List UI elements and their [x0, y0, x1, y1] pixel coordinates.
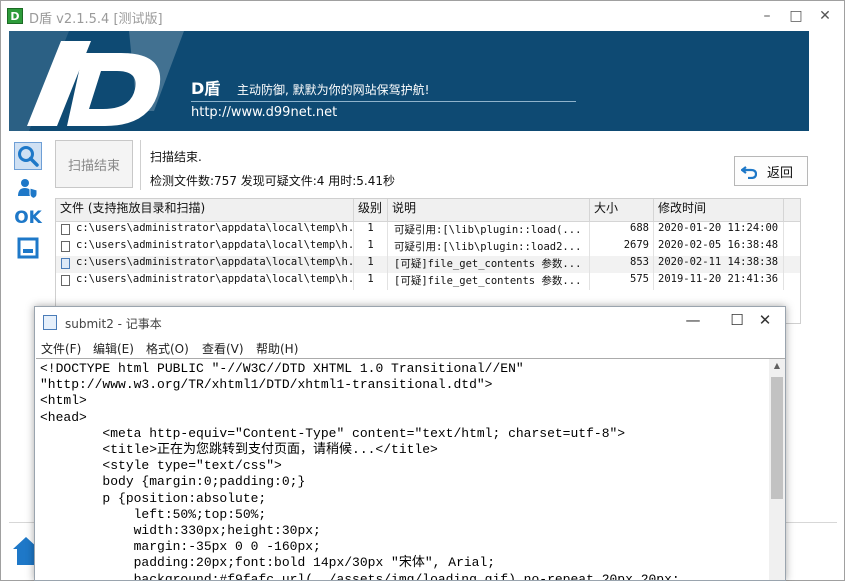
scrollbar-thumb[interactable]: [771, 377, 783, 499]
title-bar[interactable]: D D盾 v2.1.5.4 [测试版] – □ ✕: [1, 1, 844, 31]
window-icon: [17, 237, 39, 259]
scan-status: 扫描结束.: [150, 150, 202, 164]
search-icon: [18, 146, 39, 167]
notepad-title: submit2 - 记事本: [65, 317, 162, 331]
scan-button[interactable]: 扫描结束: [55, 140, 133, 188]
sidebar-item-scan[interactable]: [14, 142, 42, 170]
scan-summary: 检测文件数:757 发现可疑文件:4 用时:5.41秒: [150, 174, 396, 188]
cell-desc: 可疑引用:[\lib\plugin::load2...: [388, 239, 590, 256]
cell-desc: 可疑引用:[\lib\plugin::load(...: [388, 222, 590, 239]
col-header-level[interactable]: 级别: [354, 199, 388, 221]
cell-size: 688: [590, 222, 654, 239]
cell-file: c:\users\administrator\appdata\local\tem…: [56, 273, 354, 290]
menu-help[interactable]: 帮助(H): [256, 340, 298, 357]
cell-time: 2019-11-20 21:41:36: [654, 273, 784, 290]
notepad-text-area[interactable]: <!DOCTYPE html PUBLIC "-//W3C//DTD XHTML…: [36, 358, 769, 580]
col-header-time[interactable]: 修改时间: [654, 199, 784, 221]
menu-file[interactable]: 文件(F): [41, 340, 81, 357]
notepad-minimize-button[interactable]: —: [675, 311, 711, 333]
cell-level: 1: [354, 273, 388, 290]
notepad-menu-bar: 文件(F) 编辑(E) 格式(O) 查看(V) 帮助(H): [35, 338, 785, 358]
menu-view[interactable]: 查看(V): [202, 340, 244, 357]
cell-desc: [可疑]file_get_contents 参数...: [388, 273, 590, 290]
notepad-close-button[interactable]: ✕: [747, 311, 783, 333]
menu-format[interactable]: 格式(O): [146, 340, 189, 357]
col-header-desc[interactable]: 说明: [388, 199, 590, 221]
table-row[interactable]: c:\users\administrator\appdata\local\tem…: [56, 273, 800, 290]
user-shield-icon: [18, 179, 38, 199]
table-header: 文件 (支持拖放目录和扫描) 级别 说明 大小 修改时间: [56, 199, 800, 222]
notepad-icon: [43, 315, 57, 330]
table-row[interactable]: c:\users\administrator\appdata\local\tem…: [56, 256, 800, 273]
sidebar-item-ok[interactable]: OK: [14, 204, 42, 232]
close-button[interactable]: ✕: [811, 5, 839, 27]
cell-size: 2679: [590, 239, 654, 256]
d-shield-logo-icon: [9, 31, 184, 131]
cell-file: c:\users\administrator\appdata\local\tem…: [56, 256, 354, 273]
cell-file: c:\users\administrator\appdata\local\tem…: [56, 222, 354, 239]
banner-divider: [191, 101, 576, 102]
back-button-label: 返回: [767, 165, 794, 181]
website-url[interactable]: http://www.d99net.net: [191, 105, 337, 120]
table-row[interactable]: c:\users\administrator\appdata\local\tem…: [56, 222, 800, 239]
notepad-scrollbar[interactable]: ▲: [769, 358, 785, 580]
notepad-title-bar[interactable]: submit2 - 记事本 — ☐ ✕: [35, 307, 785, 338]
cell-time: 2020-02-11 14:38:38: [654, 256, 784, 273]
cell-level: 1: [354, 256, 388, 273]
sidebar-item-window[interactable]: [14, 234, 42, 262]
brand-name: D盾: [191, 79, 221, 98]
col-header-size[interactable]: 大小: [590, 199, 654, 221]
back-button[interactable]: 返回: [734, 156, 808, 186]
header-banner: D盾 主动防御, 默默为你的网站保驾护航! http://www.d99net.…: [9, 31, 809, 131]
notepad-content[interactable]: <!DOCTYPE html PUBLIC "-//W3C//DTD XHTML…: [36, 359, 769, 580]
cell-desc: [可疑]file_get_contents 参数...: [388, 256, 590, 273]
sidebar-item-protection[interactable]: [14, 174, 42, 202]
cell-level: 1: [354, 222, 388, 239]
brand-tagline: 主动防御, 默默为你的网站保驾护航!: [237, 83, 430, 97]
undo-arrow-icon: [741, 166, 757, 179]
cell-level: 1: [354, 239, 388, 256]
scroll-up-arrow-icon[interactable]: ▲: [769, 361, 785, 375]
cell-size: 853: [590, 256, 654, 273]
cell-size: 575: [590, 273, 654, 290]
maximize-button[interactable]: □: [782, 5, 810, 27]
cell-file: c:\users\administrator\appdata\local\tem…: [56, 239, 354, 256]
window-title: D盾 v2.1.5.4 [测试版]: [29, 12, 163, 27]
toolbar-divider: [140, 140, 141, 190]
cell-time: 2020-01-20 11:24:00: [654, 222, 784, 239]
minimize-button[interactable]: –: [753, 5, 781, 27]
cell-time: 2020-02-05 16:38:48: [654, 239, 784, 256]
notepad-window: submit2 - 记事本 — ☐ ✕ 文件(F) 编辑(E) 格式(O) 查看…: [34, 306, 786, 581]
col-header-file[interactable]: 文件 (支持拖放目录和扫描): [56, 199, 354, 221]
app-logo-icon: D: [7, 8, 23, 24]
table-row[interactable]: c:\users\administrator\appdata\local\tem…: [56, 239, 800, 256]
menu-edit[interactable]: 编辑(E): [93, 340, 134, 357]
